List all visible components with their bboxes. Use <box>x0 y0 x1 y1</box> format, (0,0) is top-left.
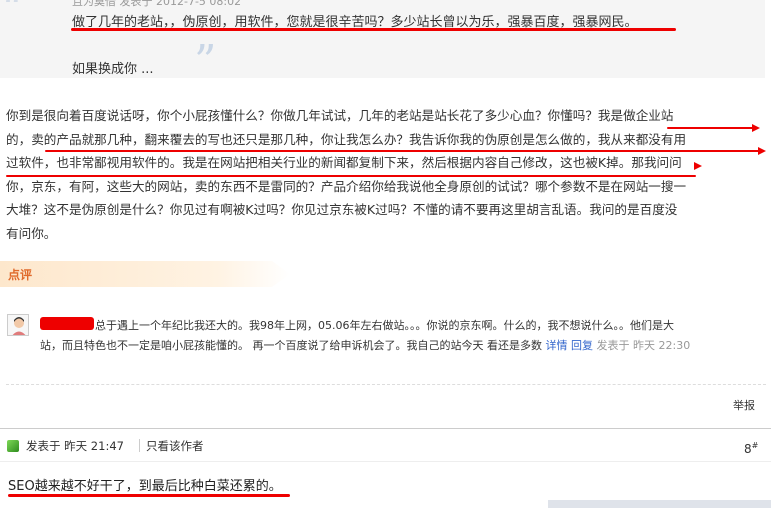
reply-line: 大堆？这不是伪原创是什么？你见过有啊被K过吗？你见过京东被K过吗？不懂的请不要再… <box>6 202 678 217</box>
comment-detail-link[interactable]: 详情 <box>546 339 568 352</box>
divider <box>6 384 766 385</box>
floor-number[interactable]: 8# <box>744 441 758 456</box>
reply-line: 有问你。 <box>6 225 57 241</box>
post-header: 发表于 昨天 21:47 只看该作者 8# <box>0 428 771 462</box>
online-status-icon <box>7 440 19 452</box>
annotation-arrow-icon <box>752 124 760 132</box>
view-author-only-link[interactable]: 只看该作者 <box>146 438 204 454</box>
reply-line: 你到是很向着百度说话呀，你个小屁孩懂什么？你做几年试试，几年的老站是站长花了多少… <box>6 108 674 123</box>
reply-line: 过软件，也非常鄙视用软件的。我是在网站把相关行业的新闻都复制下来，然后根据内容自… <box>6 155 682 170</box>
annotation-underline <box>45 150 760 152</box>
avatar[interactable] <box>7 314 29 336</box>
reply-line: 的，卖的产品就那几种，翻来覆去的写也还只是那几种，你让我怎么办？我告诉你我的伪原… <box>6 131 687 147</box>
annotation-arrow-icon <box>758 147 766 155</box>
comment-timestamp: 发表于 昨天 22:30 <box>596 339 691 352</box>
comment-line-text: 站，而且特色也不一定是咱小屁孩能懂的。 再一个百度说了给申诉机会了。我自己的站今… <box>40 339 542 352</box>
taskbar-strip <box>548 500 771 508</box>
comment-line: 总于遇上一个年纪比我还大的。我98年上网，05.06年左右做站。。。你说的京东啊… <box>95 319 674 332</box>
annotation-underline <box>8 494 290 497</box>
annotation-underline <box>71 28 676 31</box>
post-body: SEO越来越不好干了，到最后比种白菜还累的。 <box>8 479 282 494</box>
quote-meta: 且为莫借 发表于 2012-7-5 08:02 <box>72 0 242 8</box>
quote-block: “ 且为莫借 发表于 2012-7-5 08:02 做了几年的老站，，伪原创，用… <box>0 0 765 84</box>
comment-section-label: 点评 <box>8 268 33 282</box>
post-timestamp: 发表于 昨天 21:47 <box>26 439 124 453</box>
divider <box>139 439 140 452</box>
comment-author-redacted[interactable] <box>40 317 94 330</box>
floor-sup: # <box>751 441 759 450</box>
quote-text-more: 如果换成你 ... <box>72 62 154 77</box>
report-link[interactable]: 举报 <box>733 397 755 413</box>
user-avatar-icon <box>12 317 26 335</box>
comment-text: 总于遇上一个年纪比我还大的。我98年上网，05.06年左右做站。。。你说的京东啊… <box>40 316 750 356</box>
annotation-underline <box>6 175 696 177</box>
annotation-underline <box>667 127 755 129</box>
floor-number-value: 8 <box>744 442 752 456</box>
quote-open-icon: “ <box>2 0 23 32</box>
comment-section-tab: 点评 <box>0 261 290 287</box>
reply-line: 你，京东，有阿，这些大的网站，卖的东西不是雷同的？产品介绍你给我说他全身原创的试… <box>6 178 687 194</box>
comment-line-2: 站，而且特色也不一定是咱小屁孩能懂的。 再一个百度说了给申诉机会了。我自己的站今… <box>40 336 750 356</box>
quote-close-icon: ” <box>194 36 217 87</box>
comment-reply-link[interactable]: 回复 <box>571 339 593 352</box>
annotation-arrow-icon <box>694 162 702 170</box>
